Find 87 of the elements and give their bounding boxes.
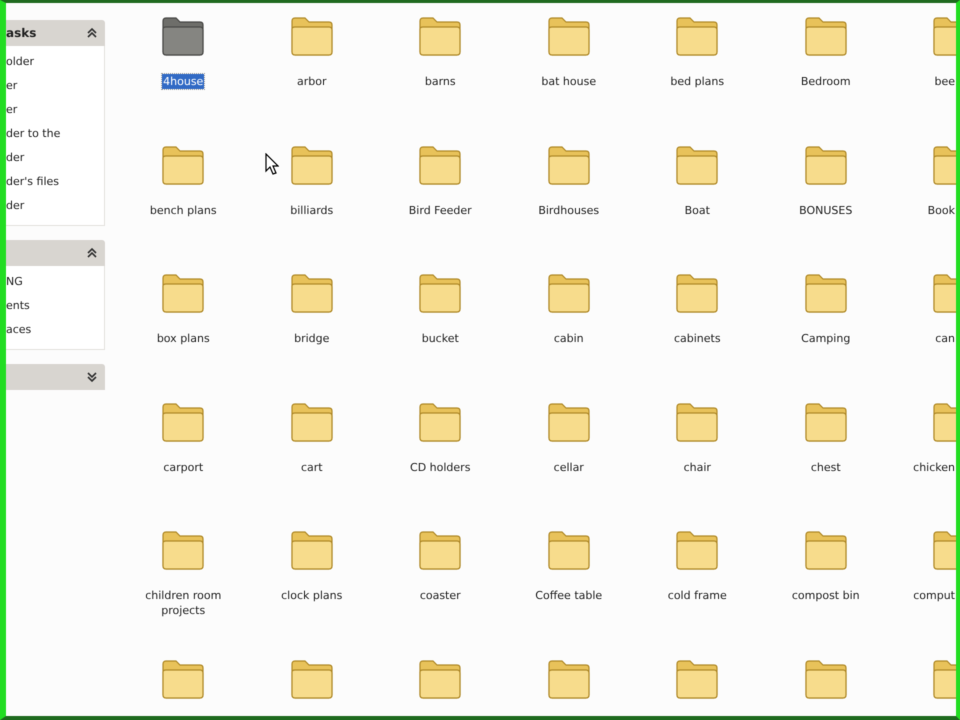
folder-icon	[417, 658, 464, 700]
folder-label[interactable]: clock plans	[280, 588, 344, 603]
folder-label[interactable]: barns	[424, 74, 457, 89]
folder-label[interactable]: CD holders	[409, 460, 472, 474]
folder-icon	[674, 15, 720, 57]
folder-icon	[674, 658, 720, 700]
folder-label[interactable]: Bird Feeder	[408, 202, 473, 218]
folder-label[interactable]: billiards	[289, 202, 334, 218]
folder-icon	[160, 400, 206, 442]
folder-label[interactable]: Coffee table	[534, 588, 604, 603]
folder-icon	[802, 272, 849, 314]
task-link[interactable]: er	[6, 78, 104, 93]
folder-label[interactable]: 4house	[162, 74, 204, 89]
folder-icon	[674, 272, 720, 314]
task-link[interactable]: ents	[6, 298, 104, 313]
folder-label[interactable]: Book	[926, 202, 956, 218]
folder-label[interactable]: carport	[162, 460, 204, 474]
task-link[interactable]: older	[6, 54, 104, 69]
folder-icon	[288, 272, 335, 314]
folder-icon	[288, 658, 335, 700]
folder-icon	[417, 529, 464, 571]
folder-label[interactable]: box plans	[156, 331, 211, 346]
folder-label[interactable]: Bedroom	[800, 74, 852, 89]
folder-icon	[160, 144, 206, 186]
folder-label[interactable]: cart	[300, 460, 324, 474]
folder-icon	[288, 144, 335, 186]
folder-icon	[160, 15, 206, 57]
folder-icon	[802, 144, 849, 186]
folder-label[interactable]: can	[934, 331, 956, 346]
task-link[interactable]: NG	[6, 274, 104, 289]
folder-icon	[160, 272, 206, 314]
panel-title: asks	[6, 26, 36, 40]
folder-icon	[417, 144, 464, 186]
task-link[interactable]: der	[6, 198, 104, 213]
folder-label[interactable]: bed plans	[669, 74, 726, 89]
folder-label[interactable]: Boat	[684, 202, 711, 218]
folder-label[interactable]: compost bin	[790, 588, 861, 603]
folder-label[interactable]: arbor	[296, 74, 328, 89]
task-link[interactable]: er	[6, 102, 104, 117]
folder-icon	[674, 529, 720, 571]
folder-label[interactable]: children room projects	[132, 588, 234, 618]
folder-icon	[417, 272, 464, 314]
folder-icon	[674, 144, 720, 186]
folder-icon	[417, 400, 464, 442]
task-link[interactable]: aces	[6, 322, 104, 337]
folder-label[interactable]: chicken	[912, 460, 956, 474]
folder-icon	[546, 15, 592, 57]
task-link[interactable]: der	[6, 150, 104, 165]
panel-header[interactable]: asks	[6, 20, 105, 46]
folder-label[interactable]: bench plans	[148, 202, 218, 218]
folder-icon	[802, 529, 849, 571]
folder-icon	[417, 15, 464, 57]
collapse-chevron-icon[interactable]	[87, 28, 97, 38]
folder-label[interactable]: bee	[933, 74, 956, 89]
folder-label[interactable]: cellar	[552, 460, 585, 474]
expand-chevron-icon[interactable]	[87, 372, 97, 382]
folder-icon	[546, 144, 592, 186]
folder-label[interactable]: chest	[810, 460, 842, 474]
folder-label[interactable]: cabin	[552, 331, 585, 346]
folder-icon	[288, 400, 335, 442]
folder-icon	[546, 400, 592, 442]
folder-label[interactable]: coaster	[418, 588, 462, 603]
collapse-chevron-icon[interactable]	[87, 248, 97, 258]
mouse-pointer-icon	[265, 153, 279, 175]
folder-icon	[546, 272, 592, 314]
folder-icon	[674, 400, 720, 442]
folder-icon	[160, 658, 206, 700]
folder-icon	[160, 529, 206, 571]
folder-icon	[802, 15, 849, 57]
folder-label[interactable]: bridge	[293, 331, 330, 346]
folder-icon	[288, 15, 335, 57]
folder-label[interactable]: comput	[912, 588, 956, 603]
task-link[interactable]: der's files	[6, 174, 104, 189]
folder-icon	[802, 658, 849, 700]
folder-label[interactable]: bucket	[420, 331, 460, 346]
folder-icon	[546, 529, 592, 571]
folder-label[interactable]: Camping	[800, 331, 852, 346]
folder-label[interactable]: bat house	[540, 74, 598, 89]
folder-label[interactable]: cold frame	[666, 588, 728, 603]
folder-icon	[802, 400, 849, 442]
folder-label[interactable]: chair	[682, 460, 712, 474]
folder-icon	[546, 658, 592, 700]
folder-label[interactable]: Birdhouses	[537, 202, 600, 218]
folder-label[interactable]: cabinets	[672, 331, 722, 346]
folder-icon	[288, 529, 335, 571]
folder-label[interactable]: BONUSES	[798, 202, 854, 218]
task-link[interactable]: der to the	[6, 126, 104, 141]
